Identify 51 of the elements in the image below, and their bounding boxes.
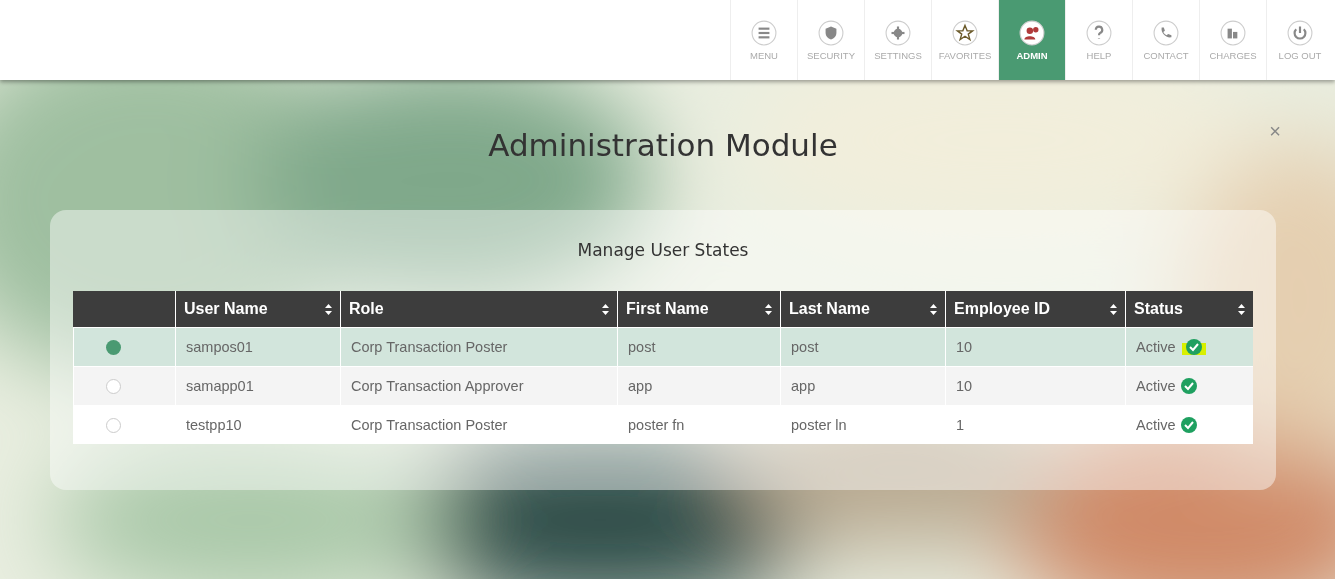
nav-tab[interactable]: CHARGES bbox=[1199, 0, 1266, 80]
menu-icon bbox=[751, 19, 777, 46]
radio-button[interactable] bbox=[106, 339, 121, 355]
table-cell: Corp Transaction Poster bbox=[340, 405, 617, 444]
nav-tab[interactable]: FAVORITES bbox=[931, 0, 998, 80]
column-header[interactable]: Role bbox=[340, 291, 617, 327]
table-cell: 10 bbox=[945, 327, 1125, 366]
status-text: Active bbox=[1136, 417, 1176, 433]
column-header[interactable]: User Name bbox=[175, 291, 340, 327]
table-cell: poster fn bbox=[617, 405, 780, 444]
table-cell: post bbox=[780, 327, 945, 366]
column-header[interactable]: Employee ID bbox=[945, 291, 1125, 327]
table-cell: post bbox=[617, 327, 780, 366]
sort-icon bbox=[325, 303, 332, 315]
phone-icon bbox=[1153, 19, 1179, 46]
table-cell: 1 bbox=[945, 405, 1125, 444]
users-icon bbox=[1019, 19, 1045, 46]
help-icon bbox=[1086, 19, 1112, 46]
sort-icon bbox=[1110, 303, 1117, 315]
shield-icon bbox=[818, 19, 844, 46]
close-button[interactable]: × bbox=[1269, 120, 1281, 143]
radio-button[interactable] bbox=[106, 417, 121, 433]
page-title: Administration Module bbox=[488, 127, 838, 163]
table-cell: sampos01 bbox=[175, 327, 340, 366]
sort-icon bbox=[930, 303, 937, 315]
nav-tab[interactable]: SETTINGS bbox=[864, 0, 931, 80]
radio-button[interactable] bbox=[106, 378, 121, 394]
table-cell: 10 bbox=[945, 366, 1125, 405]
status-text: Active bbox=[1136, 378, 1176, 394]
column-header[interactable]: First Name bbox=[617, 291, 780, 327]
nav-tab[interactable]: CONTACT bbox=[1132, 0, 1199, 80]
nav-tab[interactable]: ADMIN bbox=[998, 0, 1065, 80]
sort-icon bbox=[765, 303, 772, 315]
table-cell: Corp Transaction Approver bbox=[340, 366, 617, 405]
status-text: Active bbox=[1136, 339, 1176, 355]
table-cell: poster ln bbox=[780, 405, 945, 444]
table-cell: testpp10 bbox=[175, 405, 340, 444]
table-cell: Corp Transaction Poster bbox=[340, 327, 617, 366]
table-cell: samapp01 bbox=[175, 366, 340, 405]
column-header[interactable]: Status bbox=[1125, 291, 1253, 327]
nav-tab[interactable]: SECURITY bbox=[797, 0, 864, 80]
column-header[interactable]: Last Name bbox=[780, 291, 945, 327]
nav-tab[interactable]: LOG OUT bbox=[1266, 0, 1333, 80]
power-icon bbox=[1287, 19, 1313, 46]
panel-title: Manage User States bbox=[576, 240, 750, 260]
table-cell: app bbox=[780, 366, 945, 405]
table-cell: app bbox=[617, 366, 780, 405]
sort-icon bbox=[602, 303, 609, 315]
nav-tab[interactable]: MENU bbox=[730, 0, 797, 80]
nav-tab[interactable]: HELP bbox=[1065, 0, 1132, 80]
sort-icon bbox=[1238, 303, 1245, 315]
